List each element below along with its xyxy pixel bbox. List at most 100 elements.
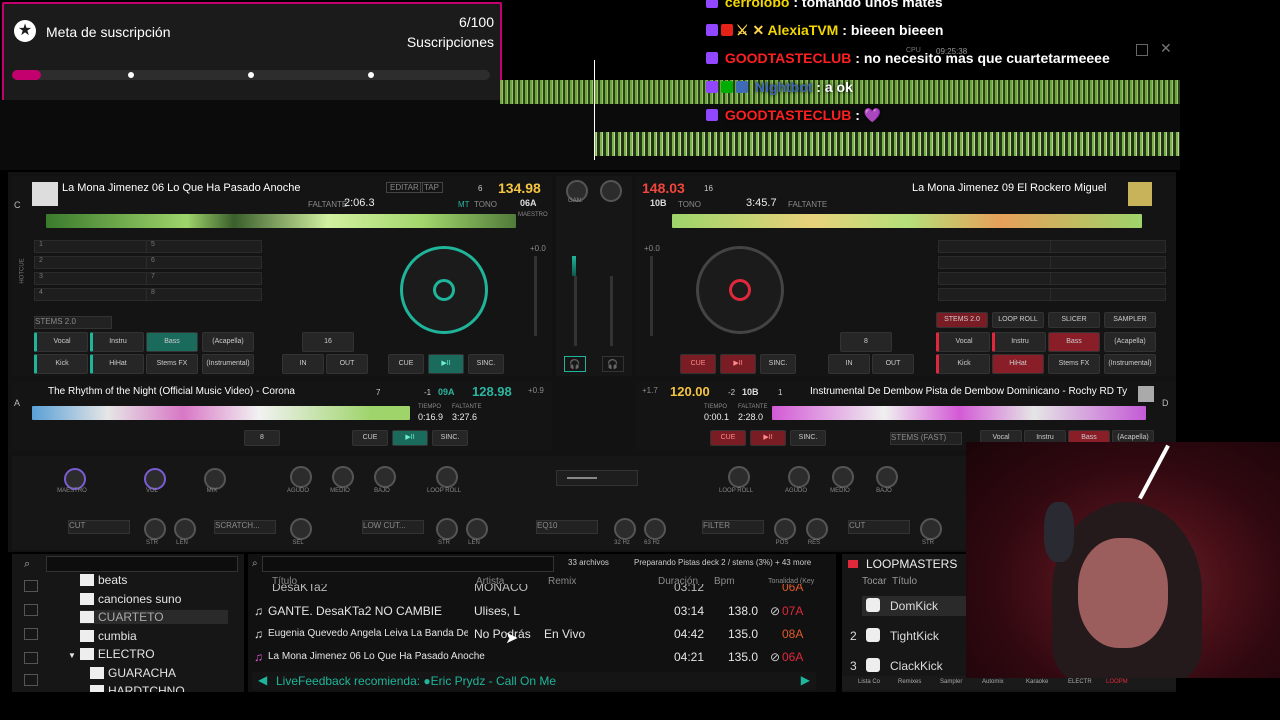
folder-item[interactable]: HARDTCHNO — [90, 684, 185, 692]
loop-in-button[interactable]: IN — [282, 354, 324, 374]
stem-instrumental[interactable]: (Instrumental) — [202, 354, 254, 374]
pitch-slider[interactable] — [534, 256, 537, 336]
fx-select[interactable]: CUT — [848, 520, 910, 534]
deck-waveform[interactable] — [32, 406, 410, 420]
bottom-tab[interactable]: Sampler — [940, 679, 962, 685]
stem-hihat[interactable]: HiHat — [992, 354, 1044, 374]
hotcue-slot[interactable]: 8 — [146, 288, 262, 301]
hotcue-slot[interactable]: 2 — [34, 256, 150, 269]
headphones-icon[interactable]: 🎧 — [564, 356, 586, 372]
stem-bass[interactable]: Bass — [146, 332, 198, 352]
sidebar-search-input[interactable] — [46, 556, 238, 572]
fx-select[interactable]: CUT — [68, 520, 130, 534]
hotcue-slot[interactable] — [938, 240, 1054, 253]
fx-param-knob[interactable] — [920, 518, 942, 540]
table-row[interactable]: ♫ GANTE. DesaKTa2 NO CAMBIE Ulises, L 03… — [252, 600, 820, 622]
hotcue-slot[interactable]: 1 — [34, 240, 150, 253]
fx-param-knob[interactable] — [144, 518, 166, 540]
pitch-slider[interactable] — [650, 256, 653, 336]
stems-tab[interactable]: STEMS 2.0 — [936, 312, 988, 328]
loop-out-button[interactable]: OUT — [872, 354, 914, 374]
stem-fx[interactable]: Stems FX — [1048, 354, 1100, 374]
fx-select[interactable]: LOW CUT... — [362, 520, 424, 534]
hotcue-slot[interactable] — [1050, 288, 1166, 301]
fx-param-knob[interactable] — [644, 518, 666, 540]
stems-dropdown[interactable]: STEMS 2.0 — [34, 316, 112, 329]
loop-size[interactable]: 16 — [302, 332, 354, 352]
deck-waveform[interactable] — [772, 406, 1146, 420]
sidebar-tool-icon[interactable] — [24, 674, 38, 686]
sample-row[interactable]: 3 ClackKick — [846, 656, 982, 676]
slicer-tab[interactable]: SLICER — [1048, 312, 1100, 328]
loop-roll-knob[interactable] — [436, 466, 458, 488]
bottom-tab[interactable]: Automix — [982, 679, 1004, 685]
loop-in-button[interactable]: IN — [828, 354, 870, 374]
jog-wheel[interactable] — [696, 246, 784, 334]
hotcue-slot[interactable]: 7 — [146, 272, 262, 285]
folder-item[interactable]: canciones suno — [80, 592, 181, 606]
cue-button[interactable]: CUE — [710, 430, 746, 446]
fx-select[interactable]: FILTER — [702, 520, 764, 534]
headphones-icon[interactable]: 🎧 — [602, 356, 624, 372]
sync-button[interactable]: SINC. — [790, 430, 826, 446]
hotcue-slot[interactable] — [1050, 240, 1166, 253]
stem-acapella[interactable]: (Acapella) — [1104, 332, 1156, 352]
folder-item-selected[interactable]: CUARTETO — [80, 610, 228, 624]
hotcue-slot[interactable] — [938, 256, 1054, 269]
play-pause-button[interactable]: ▶II — [392, 430, 428, 446]
stem-vocal[interactable]: Vocal — [936, 332, 990, 352]
live-feedback-bar[interactable]: ◀ LiveFeedback recomienda: ●Eric Prydz -… — [252, 672, 816, 690]
table-row[interactable]: DesaKTa2 MONACO 03:12 06A — [252, 584, 820, 594]
eq-knob[interactable] — [832, 466, 854, 488]
sample-row[interactable]: 2 TightKick — [846, 626, 982, 646]
deck-waveform[interactable] — [46, 214, 516, 228]
sample-row[interactable]: DomKick — [862, 596, 982, 616]
window-maximize-icon[interactable] — [1136, 44, 1148, 56]
fx-param-knob[interactable] — [774, 518, 796, 540]
folder-item[interactable]: GUARACHA — [90, 666, 176, 680]
sidebar-tool-icon[interactable] — [24, 628, 38, 640]
hotcue-slot[interactable] — [938, 272, 1054, 285]
loop-roll-tab[interactable]: LOOP ROLL — [992, 312, 1044, 328]
jog-wheel[interactable] — [400, 246, 488, 334]
fx-param-knob[interactable] — [466, 518, 488, 540]
sync-button[interactable]: SINC. — [432, 430, 468, 446]
table-row[interactable]: ♫ La Mona Jimenez 06 Lo Que Ha Pasado An… — [252, 646, 820, 668]
track-title[interactable]: Instrumental De Dembow Pista de Dembow D… — [810, 386, 1136, 397]
eq-knob[interactable] — [374, 466, 396, 488]
search-icon[interactable]: ⌕ — [24, 558, 30, 571]
sidebar-tool-icon[interactable] — [24, 652, 38, 664]
fx-param-knob[interactable] — [614, 518, 636, 540]
track-title[interactable]: The Rhythm of the Night (Official Music … — [48, 386, 295, 397]
bottom-tab[interactable]: ELECTR — [1068, 679, 1092, 685]
fx-param-knob[interactable] — [174, 518, 196, 540]
sidebar-tool-icon[interactable] — [24, 604, 38, 616]
hotcue-slot[interactable]: 6 — [146, 256, 262, 269]
fx-param-knob[interactable] — [436, 518, 458, 540]
eq-knob[interactable] — [876, 466, 898, 488]
search-icon[interactable]: ⌕ — [252, 558, 258, 569]
hotcue-slot[interactable]: 4 — [34, 288, 150, 301]
sidebar-tool-icon[interactable] — [24, 580, 38, 592]
fx-param-knob[interactable] — [806, 518, 828, 540]
volume-fader-left[interactable] — [574, 276, 577, 346]
hotcue-slot[interactable]: 3 — [34, 272, 150, 285]
tap-button[interactable]: TAP — [420, 182, 443, 193]
cue-button[interactable]: CUE — [388, 354, 424, 374]
stem-fx[interactable]: Stems FX — [146, 354, 198, 374]
stem-bass[interactable]: Bass — [1048, 332, 1100, 352]
bottom-tab[interactable]: LOOPM — [1106, 679, 1128, 685]
file-search-input[interactable] — [262, 556, 554, 572]
hotcue-slot[interactable] — [1050, 272, 1166, 285]
fx-knob[interactable] — [144, 468, 166, 490]
stem-kick[interactable]: Kick — [936, 354, 990, 374]
hotcue-slot[interactable] — [938, 288, 1054, 301]
volume-fader-right[interactable] — [610, 276, 613, 346]
crossfader[interactable] — [556, 470, 638, 486]
track-title[interactable]: La Mona Jimenez 09 El Rockero Miguel — [912, 182, 1106, 194]
play-pause-button[interactable]: ▶II — [428, 354, 464, 374]
folder-item[interactable]: cumbia — [80, 629, 137, 643]
window-close-icon[interactable]: ✕ — [1160, 40, 1172, 57]
bottom-tab[interactable]: Remixes — [898, 679, 921, 685]
track-title[interactable]: La Mona Jimenez 06 Lo Que Ha Pasado Anoc… — [62, 182, 301, 194]
